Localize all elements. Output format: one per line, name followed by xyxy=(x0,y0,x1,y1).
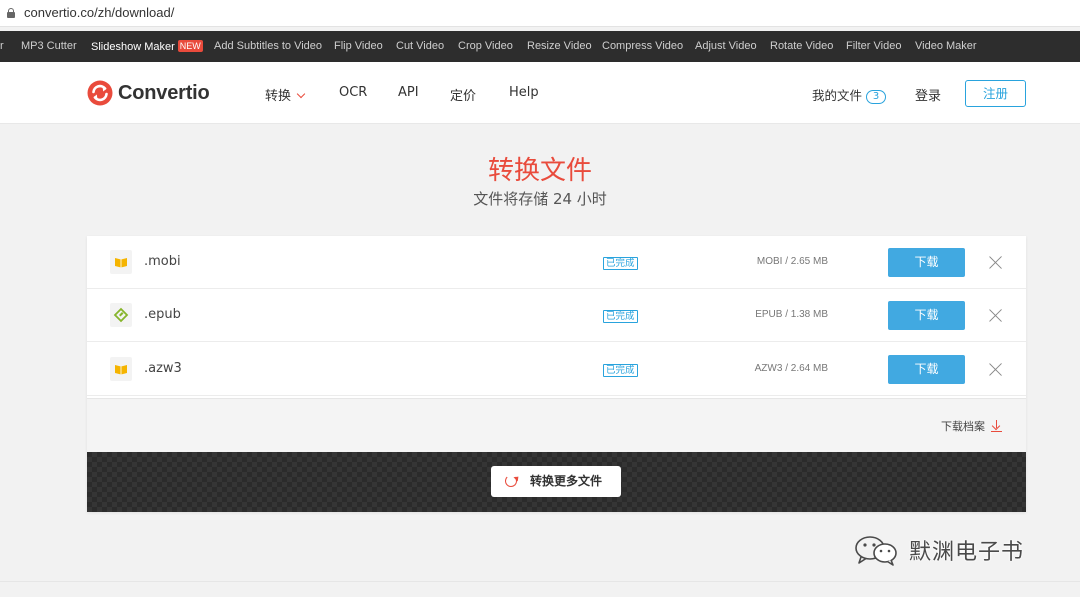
book-icon xyxy=(110,250,132,274)
file-size: MOBI / 2.65 MB xyxy=(756,256,828,267)
close-icon[interactable] xyxy=(988,255,1003,270)
logo-text: Convertio xyxy=(118,81,210,104)
watermark: 默渊电子书 xyxy=(852,534,1024,566)
tool-link-truncated[interactable]: r xyxy=(0,40,4,52)
tool-link-cut-video[interactable]: Cut Video xyxy=(396,40,444,52)
file-count-badge: 3 xyxy=(866,90,887,104)
address-bar[interactable]: convertio.co/zh/download/ xyxy=(0,0,1080,27)
register-button[interactable]: 注册 xyxy=(965,80,1026,107)
file-row: .azw3 已完成 AZW3 / 2.64 MB 下载 xyxy=(87,343,1026,396)
download-archive-link[interactable]: 下载档案 xyxy=(941,418,1002,434)
nav-convert[interactable]: 转换 xyxy=(265,85,306,104)
close-icon[interactable] xyxy=(988,362,1003,377)
convertio-logo-icon xyxy=(87,80,113,106)
tool-link-add-subtitles[interactable]: Add Subtitles to Video xyxy=(214,40,322,52)
my-files-link[interactable]: 我的文件 3 xyxy=(812,85,887,104)
status-badge: 已完成 xyxy=(603,364,638,377)
file-name: .epub xyxy=(144,307,181,322)
nav-api[interactable]: API xyxy=(398,85,419,100)
lock-icon xyxy=(7,8,15,18)
watermark-text: 默渊电子书 xyxy=(909,540,1025,565)
my-files-label: 我的文件 xyxy=(812,88,863,103)
status-badge: 已完成 xyxy=(603,257,638,270)
logo[interactable]: Convertio xyxy=(87,80,210,106)
tool-link-compress-video[interactable]: Compress Video xyxy=(602,40,683,52)
download-archive-label: 下载档案 xyxy=(941,420,985,433)
new-badge: NEW xyxy=(177,40,203,52)
login-link[interactable]: 登录 xyxy=(915,85,941,104)
download-button[interactable]: 下载 xyxy=(888,355,965,384)
archive-area: 下载档案 xyxy=(87,398,1026,452)
status-badge: 已完成 xyxy=(603,310,638,323)
convert-more-area: 转换更多文件 xyxy=(87,452,1026,512)
convert-more-button[interactable]: 转换更多文件 xyxy=(491,466,621,497)
page-title: 转换文件 xyxy=(487,156,592,186)
tool-link-video-maker[interactable]: Video Maker xyxy=(915,40,977,52)
tool-link-resize-video[interactable]: Resize Video xyxy=(527,40,592,52)
tool-label: Slideshow Maker xyxy=(91,41,175,53)
footer-divider xyxy=(0,581,1080,582)
download-icon xyxy=(991,420,1002,433)
file-row: .epub 已完成 EPUB / 1.38 MB 下载 xyxy=(87,289,1026,342)
url-text[interactable]: convertio.co/zh/download/ xyxy=(24,5,174,20)
tool-link-slideshow-maker[interactable]: Slideshow Maker NEW xyxy=(91,40,203,53)
nav-convert-label: 转换 xyxy=(265,89,292,104)
tool-link-crop-video[interactable]: Crop Video xyxy=(458,40,513,52)
refresh-icon xyxy=(505,475,517,487)
tool-link-adjust-video[interactable]: Adjust Video xyxy=(695,40,757,52)
nav-pricing[interactable]: 定价 xyxy=(450,85,476,104)
tool-link-flip-video[interactable]: Flip Video xyxy=(334,40,383,52)
file-name: .azw3 xyxy=(144,361,182,376)
chevron-down-icon xyxy=(296,89,306,99)
download-button[interactable]: 下载 xyxy=(888,301,965,330)
convert-more-label: 转换更多文件 xyxy=(530,474,603,488)
page-subtitle: 文件将存储 24 小时 xyxy=(473,190,607,208)
nav-ocr[interactable]: OCR xyxy=(339,85,367,100)
site-header: Convertio 转换 OCR API 定价 Help 我的文件 3 登录 注册 xyxy=(0,62,1080,124)
tool-link-filter-video[interactable]: Filter Video xyxy=(846,40,901,52)
nav-help[interactable]: Help xyxy=(509,85,539,100)
close-icon[interactable] xyxy=(988,308,1003,323)
wechat-icon xyxy=(852,534,900,566)
download-button[interactable]: 下载 xyxy=(888,248,965,277)
file-size: EPUB / 1.38 MB xyxy=(755,309,828,320)
tools-bar: r MP3 Cutter Slideshow Maker NEW Add Subt… xyxy=(0,31,1080,62)
epub-icon xyxy=(110,303,132,327)
file-row: .mobi 已完成 MOBI / 2.65 MB 下载 xyxy=(87,236,1026,289)
file-list-card: .mobi 已完成 MOBI / 2.65 MB 下载 .epub 已完成 EP… xyxy=(87,236,1026,512)
tool-link-rotate-video[interactable]: Rotate Video xyxy=(770,40,833,52)
tool-link-mp3-cutter[interactable]: MP3 Cutter xyxy=(21,40,77,52)
file-size: AZW3 / 2.64 MB xyxy=(754,363,828,374)
book-icon xyxy=(110,357,132,381)
file-name: .mobi xyxy=(144,254,181,269)
